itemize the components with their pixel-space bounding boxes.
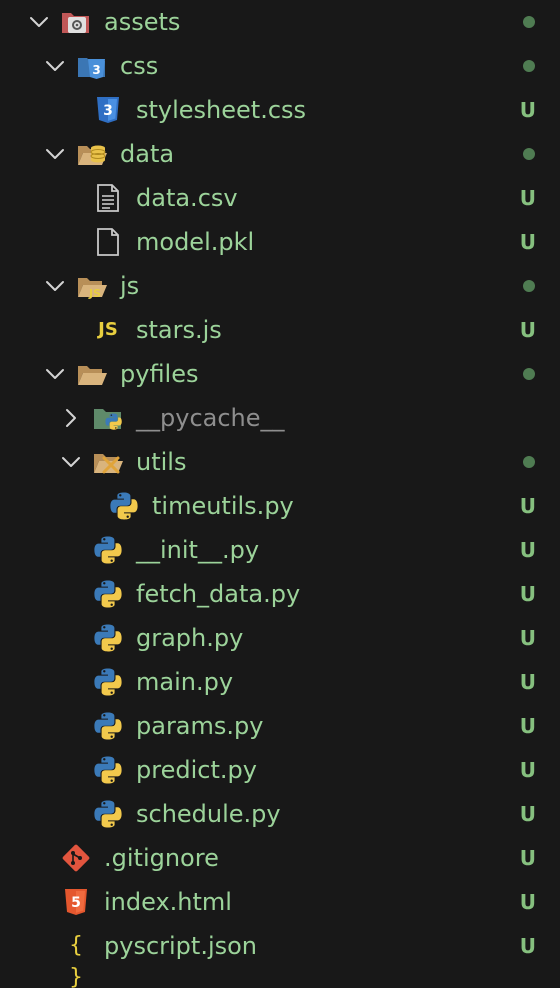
tree-file-stars-js[interactable]: JS stars.js U [0,308,560,352]
git-status-untracked: U [519,934,536,958]
git-status-untracked: U [519,582,536,606]
tree-label: data.csv [136,184,238,212]
folder-python-icon [94,409,122,430]
chevron-down-icon[interactable] [44,275,66,297]
git-status-untracked: U [519,494,536,518]
python-icon [108,490,140,522]
git-status-untracked: U [519,626,536,650]
tree-file-main-py[interactable]: main.py U [0,660,560,704]
folder-utils-icon [92,446,124,474]
git-icon [62,844,90,872]
python-icon [92,534,124,566]
tree-file-pyscript-json[interactable]: { } pyscript.json U [0,924,560,988]
json-braces-icon: { } [69,933,83,988]
git-status-untracked: U [519,318,536,342]
svg-text:JS: JS [88,287,101,300]
chevron-down-icon[interactable] [44,363,66,385]
folder-database-icon [76,145,108,170]
tree-file-gitignore[interactable]: .gitignore U [0,836,560,880]
python-icon [92,622,124,654]
file-icon [97,228,119,256]
tree-label: main.py [136,668,234,696]
git-status-untracked: U [519,186,536,210]
folder-css-icon: 3 [78,58,105,79]
tree-label: utils [136,448,187,476]
tree-label: stylesheet.css [136,96,307,124]
tree-label: params.py [136,712,264,740]
git-status-untracked: U [519,758,536,782]
python-icon [92,666,124,698]
tree-label: assets [104,8,181,36]
python-icon [92,798,124,830]
modified-dot [523,280,535,292]
css3-icon: 3 [97,97,119,123]
git-status-untracked: U [519,802,536,826]
tree-file-index-html[interactable]: 5 index.html U [0,880,560,924]
document-lines-icon [97,184,119,212]
tree-label: schedule.py [136,800,281,828]
tree-label: css [120,52,159,80]
tree-folder-utils[interactable]: utils [0,440,560,484]
tree-file-predict-py[interactable]: predict.py U [0,748,560,792]
tree-file-stylesheet-css[interactable]: 3 stylesheet.css U [0,88,560,132]
tree-file-model-pkl[interactable]: model.pkl U [0,220,560,264]
tree-file-graph-py[interactable]: graph.py U [0,616,560,660]
git-status-untracked: U [519,98,536,122]
folder-icon [76,358,108,390]
tree-folder-js[interactable]: JS js [0,264,560,308]
python-icon [92,578,124,610]
git-status-untracked: U [519,890,536,914]
tree-label: graph.py [136,624,244,652]
modified-dot [523,60,535,72]
tree-label: model.pkl [136,228,255,256]
tree-label: fetch_data.py [136,580,301,608]
svg-text:3: 3 [92,63,100,77]
chevron-down-icon[interactable] [44,143,66,165]
chevron-right-icon[interactable] [60,407,82,429]
python-icon [92,710,124,742]
tree-file-schedule-py[interactable]: schedule.py U [0,792,560,836]
tree-label: pyscript.json [104,932,258,960]
tree-folder-assets[interactable]: assets [0,0,560,44]
modified-dot [523,456,535,468]
git-status-untracked: U [519,846,536,870]
folder-assets-icon [62,13,89,33]
modified-dot [523,368,535,380]
tree-file-timeutils-py[interactable]: timeutils.py U [0,484,560,528]
svg-text:5: 5 [71,895,81,911]
tree-label: data [120,140,175,168]
tree-label: stars.js [136,316,222,344]
modified-dot [523,16,535,28]
git-status-untracked: U [519,230,536,254]
chevron-down-icon[interactable] [28,11,50,33]
tree-label: .gitignore [104,844,219,872]
tree-file-data-csv[interactable]: data.csv U [0,176,560,220]
tree-label: timeutils.py [152,492,294,520]
html5-icon: 5 [65,889,87,915]
javascript-icon: JS [98,319,118,340]
svg-text:3: 3 [103,103,113,119]
git-status-untracked: U [519,538,536,562]
folder-js-icon: JS [76,270,108,300]
git-status-untracked: U [519,670,536,694]
python-icon [92,754,124,786]
tree-label: index.html [104,888,232,916]
modified-dot [523,148,535,160]
chevron-down-icon[interactable] [44,55,66,77]
tree-label: predict.py [136,756,257,784]
file-explorer-tree: assets 3 css 3 stylesheet.css U data dat… [0,0,560,988]
tree-label: __pycache__ [136,404,285,432]
tree-folder-pyfiles[interactable]: pyfiles [0,352,560,396]
tree-file-fetch-data-py[interactable]: fetch_data.py U [0,572,560,616]
tree-file-params-py[interactable]: params.py U [0,704,560,748]
git-status-untracked: U [519,714,536,738]
tree-folder-data[interactable]: data [0,132,560,176]
chevron-down-icon[interactable] [60,451,82,473]
tree-label: js [120,272,140,300]
tree-folder-pycache[interactable]: __pycache__ [0,396,560,440]
tree-label: __init__.py [136,536,260,564]
tree-folder-css[interactable]: 3 css [0,44,560,88]
tree-file-init-py[interactable]: __init__.py U [0,528,560,572]
tree-label: pyfiles [120,360,199,388]
